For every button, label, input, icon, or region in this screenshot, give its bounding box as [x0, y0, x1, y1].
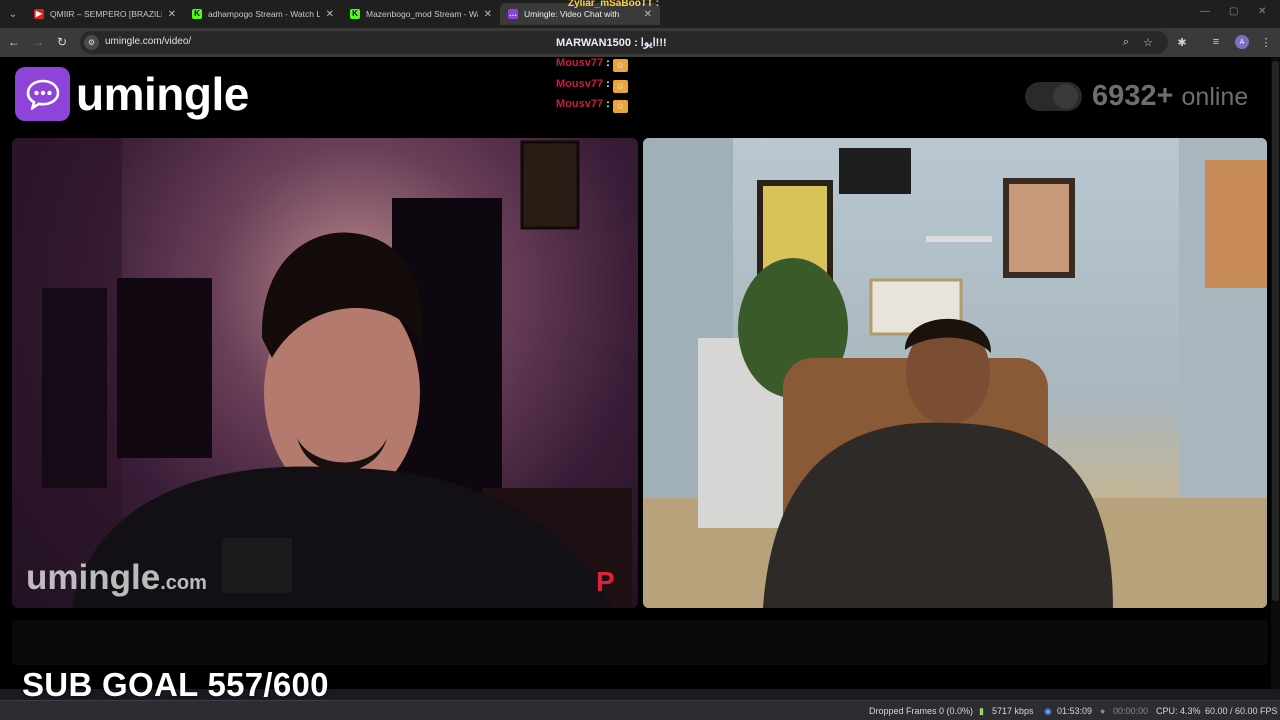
extensions-icon[interactable]: ✱: [1174, 34, 1190, 50]
chat-username: Mousv77: [556, 98, 604, 110]
toggle-knob: [1053, 84, 1078, 109]
tab-title: Umingle: Video Chat with: [524, 9, 620, 19]
chat-text: :: [606, 57, 610, 69]
fps: 60.00 / 60.00 FPS: [1205, 706, 1278, 716]
site-info-icon[interactable]: ⚙: [84, 35, 99, 50]
chat-username: Mousv77: [556, 78, 604, 90]
chat-username: Mousv77: [556, 57, 604, 69]
dropped-frames: Dropped Frames 0 (0.0%): [869, 706, 974, 716]
youtube-icon: ▶: [34, 9, 44, 19]
chat-input-area[interactable]: [12, 620, 1268, 665]
tab-title: QMIIR – SEMPERO [BRAZILIAN: [50, 9, 162, 19]
chat-bubble-logo-icon: [15, 67, 70, 121]
minimize-icon[interactable]: —: [1200, 6, 1210, 17]
live-icon: ◉: [1044, 706, 1052, 716]
record-icon: ●: [1100, 706, 1106, 716]
chat-username: MARWAN1500: [556, 37, 631, 49]
brand-logo-text[interactable]: umingle: [76, 67, 249, 121]
watermark-suffix: .com: [160, 572, 207, 594]
online-label: online: [1181, 83, 1249, 111]
tab-search-icon[interactable]: ⌄: [4, 5, 22, 23]
online-counter: 6932+ online: [1092, 80, 1248, 113]
chat-text: :: [606, 78, 610, 90]
window-close-icon[interactable]: ✕: [1258, 6, 1266, 17]
online-plus: +: [1156, 80, 1174, 112]
local-video: umingle.com P: [12, 138, 638, 608]
forward-icon[interactable]: →: [30, 34, 46, 50]
tab-title: adhampogo Stream - Watch Li: [208, 9, 320, 19]
chat-text: :: [606, 98, 610, 110]
obs-status-bar: Dropped Frames 0 (0.0%) ▮ 5717 kbps ◉ 01…: [0, 700, 1280, 720]
chat-overlay-faded-line: Zyliar_mSaBooTT :: [568, 0, 660, 9]
back-icon[interactable]: ←: [6, 34, 22, 50]
local-video-scene: [12, 138, 632, 608]
remote-video: [643, 138, 1267, 608]
close-tab-icon[interactable]: ✕: [484, 9, 492, 20]
chat-text: : ايوا!!!: [634, 37, 667, 49]
profile-avatar[interactable]: A: [1235, 35, 1249, 49]
umingle-icon: …: [508, 9, 518, 19]
remote-video-scene: [643, 138, 1267, 608]
live-time: 01:53:09: [1057, 706, 1093, 716]
emote-icon: ☺: [612, 80, 628, 93]
close-tab-icon[interactable]: ✕: [168, 9, 176, 20]
signal-bars-icon: ▮: [979, 706, 984, 716]
umingle-page: umingle 6932+ online umingle.com P: [0, 57, 1280, 689]
umingle-watermark: umingle.com: [26, 558, 207, 598]
record-time: 00:00:00: [1113, 706, 1149, 716]
menu-dots-icon[interactable]: ⋮: [1258, 34, 1274, 50]
emote-icon: ☺: [612, 100, 628, 113]
watermark-text: umingle: [26, 558, 161, 597]
tab-adhampogo[interactable]: K adhampogo Stream - Watch Li ✕: [184, 3, 342, 25]
emote-icon: ☺: [612, 59, 628, 72]
chat-message: Mousv77 : ☺: [556, 78, 628, 93]
url-text[interactable]: umingle.com/video/: [105, 36, 191, 47]
zoom-icon[interactable]: ⌕: [1118, 34, 1134, 50]
kick-icon: K: [192, 9, 202, 19]
bookmark-star-icon[interactable]: ☆: [1140, 34, 1156, 50]
bitrate: 5717 kbps: [992, 706, 1034, 716]
maximize-icon[interactable]: ▢: [1229, 6, 1238, 17]
cpu-usage: CPU: 4.3%: [1156, 706, 1201, 716]
sub-goal-overlay: SUB GOAL 557/600: [22, 666, 329, 703]
reload-icon[interactable]: ↻: [54, 34, 70, 50]
close-tab-icon[interactable]: ✕: [644, 9, 652, 20]
chat-message: Mousv77 : ☺: [556, 57, 628, 72]
reading-list-icon[interactable]: ≡: [1208, 34, 1224, 50]
chat-message: Mousv77 : ☺: [556, 98, 628, 113]
tab-mazenbogo[interactable]: K Mazenbogo_mod Stream - Wa ✕: [342, 3, 500, 25]
tab-title: Mazenbogo_mod Stream - Wa: [366, 9, 478, 19]
chat-message: MARWAN1500 : ايوا!!!: [556, 36, 667, 49]
scrollbar-thumb[interactable]: [1272, 61, 1279, 601]
tab-qmiir[interactable]: ▶ QMIIR – SEMPERO [BRAZILIAN ✕: [26, 3, 184, 25]
kick-icon: K: [350, 9, 360, 19]
close-tab-icon[interactable]: ✕: [326, 9, 334, 20]
streamer-logo-mark: P: [596, 566, 615, 597]
online-count: 6932: [1092, 80, 1157, 112]
online-toggle[interactable]: [1025, 82, 1082, 111]
